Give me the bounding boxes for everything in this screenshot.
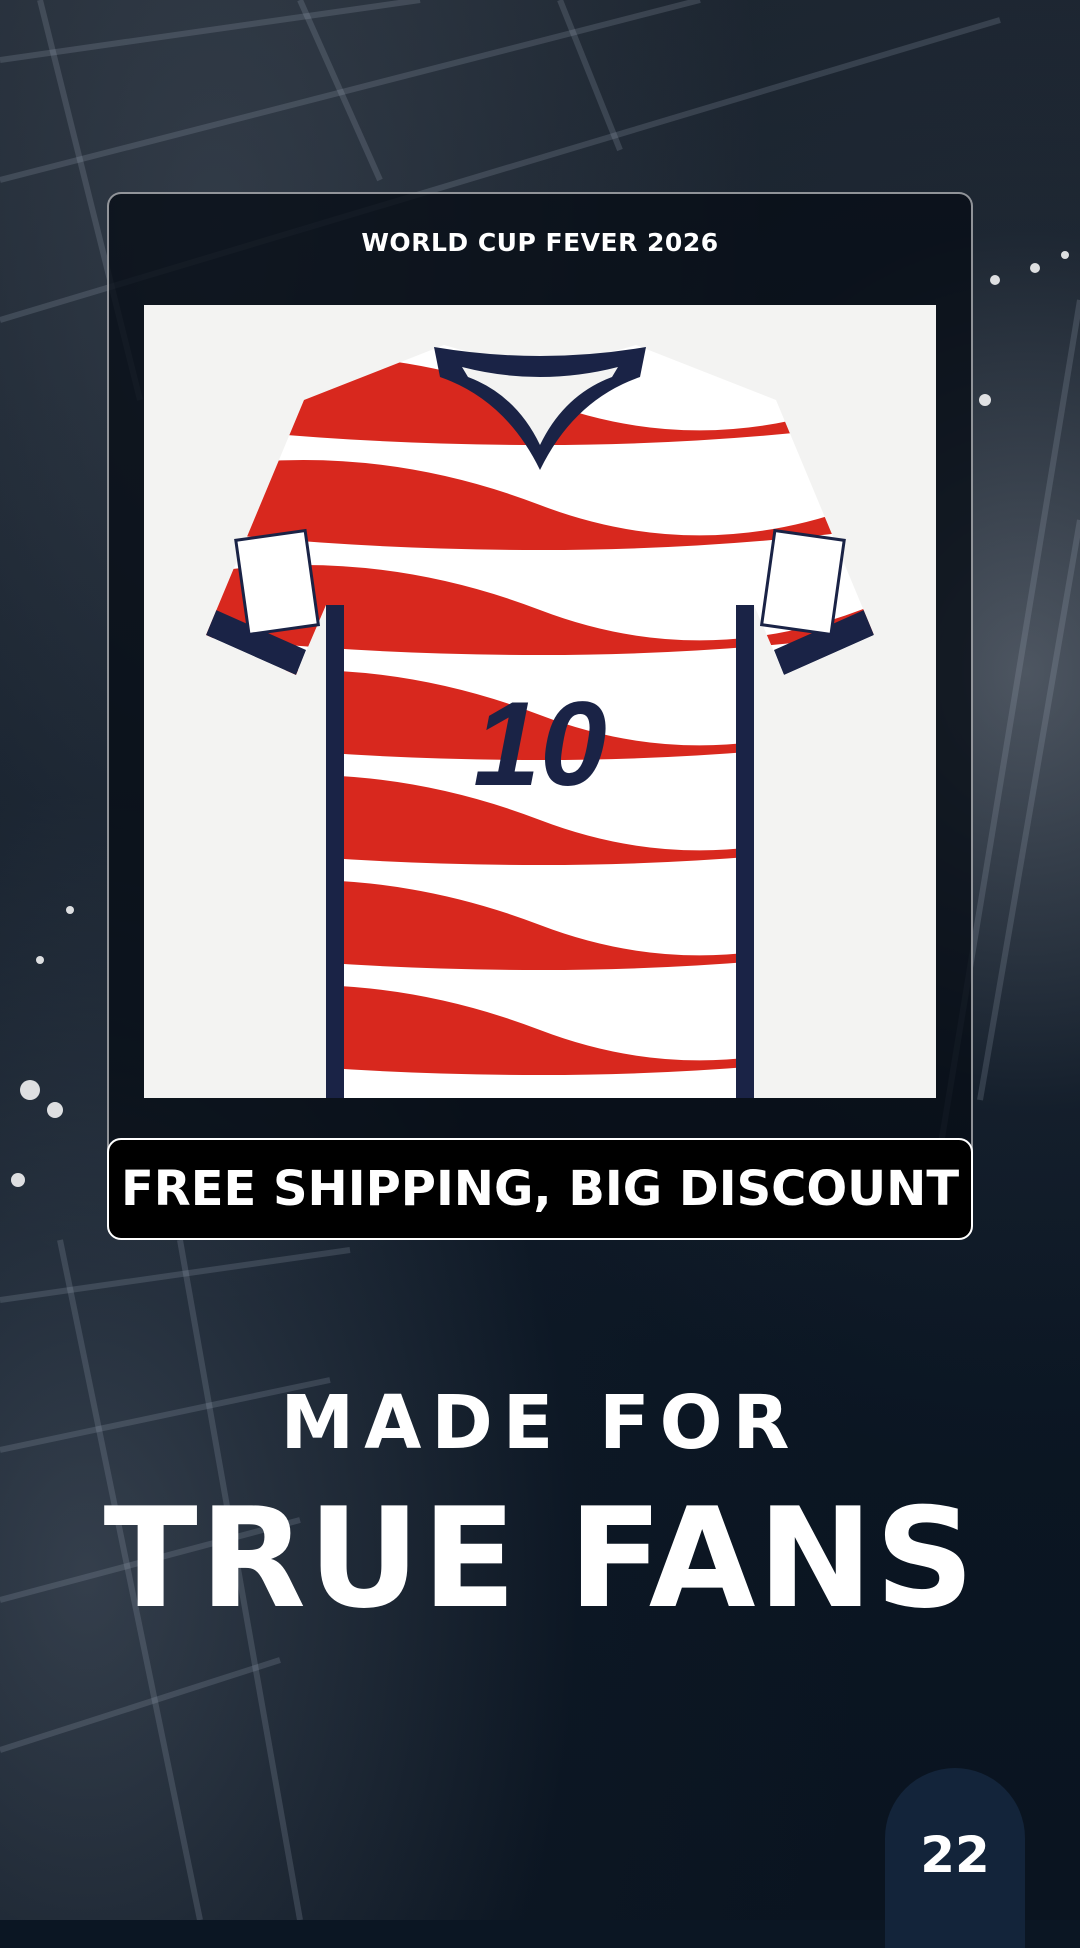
eyebrow-title: WORLD CUP FEVER 2026 <box>361 228 719 257</box>
page-number: 22 <box>920 1826 990 1884</box>
headline-line1: MADE FOR <box>280 1380 800 1466</box>
promo-text: FREE SHIPPING, BIG DISCOUNT <box>120 1161 960 1217</box>
jersey-number: 10 <box>473 677 606 811</box>
jersey-photo[interactable]: 10 <box>144 305 936 1098</box>
headline-line2: TRUE FANS <box>103 1478 977 1639</box>
jersey-illustration: 10 <box>206 345 874 1098</box>
page-number-badge: 22 <box>885 1768 1025 1948</box>
promo-banner[interactable]: FREE SHIPPING, BIG DISCOUNT <box>107 1138 973 1240</box>
